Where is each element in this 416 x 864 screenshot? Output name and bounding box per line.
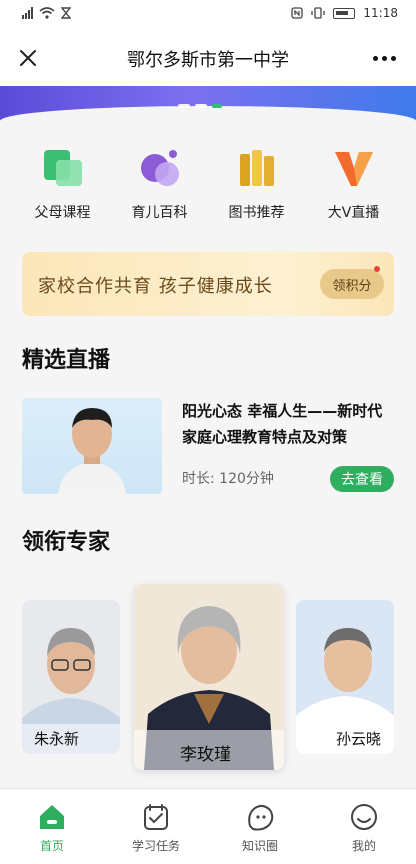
expert-name: 孙云晓	[336, 730, 382, 748]
big-v-live-icon	[331, 146, 377, 192]
expert-card-featured[interactable]: 李玫瑾	[134, 584, 284, 770]
status-icons-right: 11:18	[291, 6, 398, 20]
speaker-portrait-icon	[58, 408, 126, 494]
bottom-tab-bar: 首页 学习任务 知识圈 我的	[0, 788, 416, 864]
nfc-icon	[291, 7, 304, 19]
notification-dot	[374, 266, 380, 272]
live-card[interactable]: 阳光心态 幸福人生——新时代家庭心理教育特点及对策 时长: 120分钟 去查看	[22, 398, 394, 498]
clock: 11:18	[363, 6, 398, 20]
live-section-title: 精选直播	[22, 348, 111, 373]
wifi-icon	[39, 7, 55, 19]
view-button[interactable]: 去查看	[330, 466, 394, 492]
quick-link-label: 育儿百科	[131, 205, 188, 221]
tab-knowledge-circle[interactable]: 知识圈	[208, 789, 312, 864]
quick-links: 父母课程 育儿百科 图书推荐 大V直播	[0, 146, 416, 226]
battery-icon	[333, 7, 356, 19]
carousel-dot-active	[212, 104, 222, 108]
promo-banner[interactable]: 家校合作共育 孩子健康成长 领积分	[22, 252, 394, 316]
hourglass-icon	[61, 7, 71, 19]
carousel-dot	[178, 104, 190, 108]
more-dot-icon	[381, 55, 387, 61]
title-bar: 鄂尔多斯市第一中学	[0, 30, 416, 86]
profile-icon	[348, 801, 380, 833]
signal-icon	[22, 7, 33, 19]
quick-link-label: 大V直播	[327, 205, 380, 221]
expert-name: 朱永新	[34, 730, 80, 748]
quick-link-parenting-encyclopedia[interactable]: 育儿百科	[118, 146, 202, 226]
status-bar: 11:18	[0, 0, 416, 30]
parenting-encyclopedia-icon	[137, 146, 183, 192]
home-icon	[36, 801, 68, 833]
live-duration: 时长: 120分钟	[182, 471, 274, 487]
knowledge-icon	[244, 801, 276, 833]
quick-link-parent-course[interactable]: 父母课程	[21, 146, 105, 226]
tab-study-tasks[interactable]: 学习任务	[104, 789, 208, 864]
carousel-indicator	[178, 104, 222, 108]
book-recommend-icon	[234, 146, 280, 192]
claim-points-button[interactable]: 领积分	[320, 269, 384, 299]
experts-section-title: 领衔专家	[22, 530, 111, 555]
close-button[interactable]	[8, 38, 48, 78]
expert-card[interactable]: 孙云晓	[296, 600, 394, 754]
quick-link-big-v-live[interactable]: 大V直播	[312, 146, 396, 226]
more-dot-icon	[390, 55, 396, 61]
tab-label: 知识圈	[241, 839, 278, 853]
expert-name: 李玫瑾	[180, 745, 231, 765]
tab-label: 首页	[39, 839, 64, 853]
live-title: 阳光心态 幸福人生——新时代家庭心理教育特点及对策	[182, 402, 383, 446]
carousel-dot	[195, 104, 207, 108]
page-title: 鄂尔多斯市第一中学	[127, 50, 289, 71]
live-thumbnail	[22, 398, 162, 494]
quick-link-label: 父母课程	[34, 205, 91, 221]
vibrate-icon	[311, 7, 326, 19]
parent-course-icon	[40, 146, 86, 192]
tab-profile[interactable]: 我的	[312, 789, 416, 864]
tab-label: 学习任务	[131, 839, 180, 853]
close-icon	[20, 50, 36, 66]
tab-label: 我的	[351, 839, 376, 853]
promo-text: 家校合作共育 孩子健康成长	[38, 276, 273, 297]
experts-carousel[interactable]: 朱永新 李玫瑾 孙云晓	[0, 580, 416, 770]
banner-carousel[interactable]	[0, 86, 416, 124]
task-icon	[140, 801, 172, 833]
banner-wave	[0, 106, 416, 124]
status-icons-left	[22, 7, 71, 19]
expert-card[interactable]: 朱永新	[22, 600, 120, 754]
more-button[interactable]	[364, 38, 404, 78]
quick-link-label: 图书推荐	[228, 205, 285, 221]
tab-home[interactable]: 首页	[0, 789, 104, 864]
more-dot-icon	[372, 55, 378, 61]
quick-link-book-recommend[interactable]: 图书推荐	[215, 146, 299, 226]
